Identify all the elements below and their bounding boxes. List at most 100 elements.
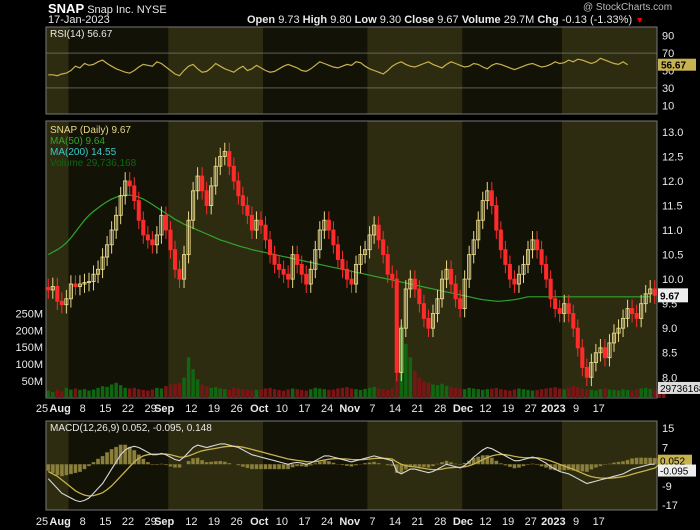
candle-body xyxy=(55,286,60,302)
volume-bar xyxy=(449,387,453,398)
candle-body xyxy=(557,308,562,314)
candle-body xyxy=(503,249,508,265)
candle-body xyxy=(267,239,273,256)
volume-bar xyxy=(227,389,232,398)
macd-histogram-bar xyxy=(141,458,146,465)
volume-bar xyxy=(372,386,376,398)
rsi-last-value-label: 56.67 xyxy=(661,61,686,72)
volume-bar xyxy=(422,381,426,398)
candle-body xyxy=(172,249,178,270)
volume-bar xyxy=(73,388,78,398)
volume-bar xyxy=(322,389,327,398)
macd-histogram-bar xyxy=(431,464,435,467)
macd-histogram-bar xyxy=(575,464,580,472)
candle-body xyxy=(426,317,431,329)
volume-tick-label: 200M xyxy=(15,325,43,337)
candle-body xyxy=(584,367,589,378)
price-tick-label: 10.0 xyxy=(662,274,683,286)
macd-histogram-bar xyxy=(200,460,205,465)
macd-histogram-bar xyxy=(109,448,114,465)
volume-bar xyxy=(313,387,318,398)
volume-bar xyxy=(363,388,367,398)
macd-histogram-bar xyxy=(625,459,630,465)
volume-bar xyxy=(417,377,422,398)
volume-bar xyxy=(562,389,566,398)
macd-histogram-bar xyxy=(313,463,318,465)
candle-body xyxy=(602,347,607,359)
volume-bar xyxy=(345,387,349,398)
x-axis-label: 7 xyxy=(369,403,375,415)
macd-histogram-bar xyxy=(295,464,300,467)
candle-body xyxy=(349,278,354,285)
volume-bar xyxy=(69,389,73,398)
x-axis-label: Oct xyxy=(250,516,269,528)
volume-bar xyxy=(146,390,150,398)
x-axis-label: 2023 xyxy=(541,403,565,415)
volume-bar xyxy=(78,389,82,398)
candle-body xyxy=(544,263,549,280)
volume-bar xyxy=(653,389,657,398)
volume-bar xyxy=(367,387,372,398)
candle-body xyxy=(652,288,657,296)
x-axis-label: 7 xyxy=(369,516,375,528)
volume-tick-label: 100M xyxy=(15,359,43,371)
price-tick-label: 10.5 xyxy=(662,250,683,262)
volume-bar xyxy=(195,379,200,398)
candle-body xyxy=(566,303,571,314)
volume-bar xyxy=(576,387,580,398)
last-price-label: 9.67 xyxy=(660,291,680,302)
macd-histogram-bar xyxy=(630,458,635,465)
volume-bar xyxy=(137,389,141,398)
x-axis-label: 17 xyxy=(593,403,605,415)
volume-bar xyxy=(51,391,55,398)
x-axis-label: Oct xyxy=(250,403,269,415)
macd-histogram-bar xyxy=(593,464,598,468)
candle-body xyxy=(390,273,395,280)
macd-histogram-bar xyxy=(349,464,354,467)
macd-histogram-bar xyxy=(453,463,458,465)
volume-bar xyxy=(444,385,449,398)
macd-histogram-bar xyxy=(299,464,304,467)
macd-histogram-bar xyxy=(145,461,150,465)
volume-bar xyxy=(155,387,159,398)
close-label: Close xyxy=(404,14,435,26)
last-volume-label: 29736168 xyxy=(660,384,700,395)
volume-bar xyxy=(141,389,146,398)
volume-bar xyxy=(281,390,286,398)
macd-tick-label: 7 xyxy=(662,442,668,454)
macd-histogram-bar xyxy=(163,464,168,466)
candle-body xyxy=(127,180,132,187)
volume-bar xyxy=(354,389,358,398)
volume-bar xyxy=(87,390,91,398)
macd-histogram-bar xyxy=(539,464,544,467)
price-legend-entry: MA(200) 14.55 xyxy=(50,147,117,158)
macd-histogram-bar xyxy=(607,463,612,465)
candle-body xyxy=(458,298,463,310)
x-axis-label: 9 xyxy=(573,403,579,415)
macd-histogram-bar xyxy=(308,464,313,466)
x-axis-label: 25 xyxy=(36,516,48,528)
candle-body xyxy=(281,268,286,275)
x-axis-label: 24 xyxy=(321,516,333,528)
candle-body xyxy=(272,254,277,265)
volume-bar xyxy=(607,389,612,398)
x-axis-label: 17 xyxy=(298,516,310,528)
volume-bar xyxy=(331,389,336,398)
volume-bar xyxy=(299,389,304,398)
x-axis-label: 19 xyxy=(502,403,514,415)
volume-bar xyxy=(381,389,385,398)
x-axis-label: 19 xyxy=(502,516,514,528)
candle-body xyxy=(335,244,340,260)
volume-bar xyxy=(458,388,462,398)
rsi-tick-label: 70 xyxy=(662,48,674,60)
volume-bar xyxy=(571,386,575,398)
volume-bar xyxy=(539,389,544,398)
candle-body xyxy=(240,195,245,206)
volume-bar xyxy=(390,388,394,398)
macd-histogram-bar xyxy=(227,463,232,465)
x-axis-label: 19 xyxy=(208,516,220,528)
x-axis-label: 25 xyxy=(36,403,48,415)
volume-bar xyxy=(209,387,213,398)
volume-bar xyxy=(603,388,607,398)
candle-body xyxy=(412,278,417,290)
